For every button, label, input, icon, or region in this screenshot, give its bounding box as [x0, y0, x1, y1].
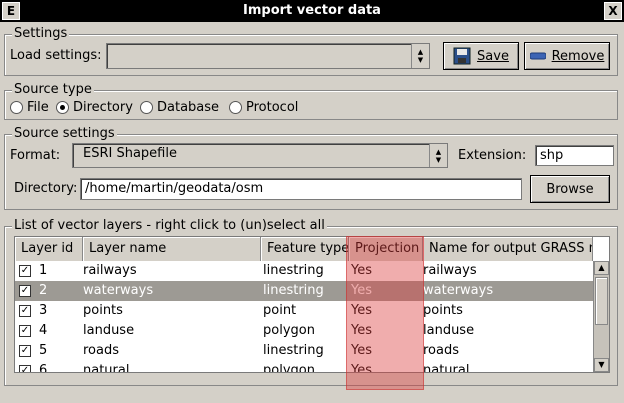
cell-feature-type: linestring [263, 343, 324, 358]
cell-layer-name: roads [83, 343, 120, 358]
checkbox-icon[interactable]: ✓ [19, 325, 31, 337]
col-output-name[interactable]: Name for output GRASS map [423, 237, 593, 261]
format-combo-arrows-icon: ▲ ▼ [429, 144, 447, 167]
cell-layer-name: landuse [83, 323, 135, 338]
cell-layer-name: waterways [83, 283, 154, 298]
layers-group-label: List of vector layers - right click to (… [12, 218, 327, 233]
table-row[interactable]: ✓ 6 natural polygon Yes natural [15, 361, 593, 373]
cell-output-name[interactable]: railways [423, 261, 477, 281]
cell-output-name[interactable]: points [423, 301, 463, 321]
checkbox-icon[interactable]: ✓ [19, 285, 31, 297]
browse-button-label: Browse [546, 181, 594, 197]
col-layer-name[interactable]: Layer name [83, 237, 261, 261]
radio-directory-label: Directory [73, 100, 133, 115]
combo-arrows-icon: ▲ ▼ [411, 44, 429, 68]
source-settings-group-label: Source settings [12, 126, 117, 141]
radio-protocol-label: Protocol [246, 100, 299, 115]
cell-layer-id: 1 [39, 263, 48, 278]
radio-database-label: Database [157, 100, 220, 115]
table-vertical-scrollbar[interactable]: ▲ ▼ [593, 261, 609, 372]
cell-layer-name: railways [83, 263, 137, 278]
title-bar[interactable]: E Import vector data X [0, 0, 624, 22]
import-vector-dialog: E Import vector data X Settings Load set… [0, 0, 624, 403]
load-settings-combo[interactable]: ▲ ▼ [106, 43, 430, 69]
radio-directory[interactable]: Directory [56, 100, 133, 115]
format-value: ESRI Shapefile [83, 146, 177, 161]
extension-label: Extension: [458, 148, 527, 163]
window-title: Import vector data [243, 3, 381, 18]
remove-button-label: Remove [551, 48, 605, 64]
checkbox-icon[interactable]: ✓ [19, 305, 31, 317]
directory-field[interactable]: /home/martin/geodata/osm [80, 178, 522, 200]
radio-file[interactable]: File [10, 100, 49, 115]
checkbox-icon[interactable]: ✓ [19, 365, 31, 372]
col-layer-id[interactable]: Layer id [15, 237, 83, 261]
radio-protocol[interactable]: Protocol [229, 100, 298, 115]
extension-field[interactable]: shp [535, 145, 614, 166]
load-settings-label: Load settings: [10, 48, 102, 63]
scrollbar-thumb[interactable] [595, 277, 608, 325]
cell-output-name[interactable]: landuse [423, 321, 474, 341]
source-type-group-label: Source type [12, 82, 94, 97]
cell-layer-name: natural [83, 363, 130, 373]
radio-protocol-icon [229, 101, 242, 114]
browse-button[interactable]: Browse [530, 175, 610, 203]
radio-file-label: File [27, 100, 49, 115]
table-row[interactable]: ✓ 4 landuse polygon Yes landuse [15, 321, 593, 341]
cell-layer-id: 5 [39, 343, 48, 358]
cell-feature-type: polygon [263, 363, 315, 373]
cell-feature-type: polygon [263, 323, 315, 338]
cell-layer-id: 2 [39, 283, 48, 298]
format-label: Format: [10, 148, 61, 163]
remove-button[interactable]: Remove [524, 42, 610, 70]
settings-group-label: Settings [12, 26, 70, 41]
format-combo[interactable]: ESRI Shapefile ▲ ▼ [72, 143, 448, 168]
projection-column-highlight [346, 236, 424, 390]
extension-value: shp [540, 148, 564, 163]
radio-database-icon [140, 101, 153, 114]
layers-table[interactable]: Layer id Layer name Feature type Project… [14, 236, 610, 373]
col-feature-type[interactable]: Feature type [261, 237, 349, 261]
cell-output-name[interactable]: waterways [423, 281, 493, 301]
minus-icon [529, 52, 546, 60]
cell-feature-type: point [263, 303, 297, 318]
radio-file-icon [10, 101, 23, 114]
radio-directory-icon [56, 101, 69, 114]
cell-feature-type: linestring [263, 263, 324, 278]
directory-value: /home/martin/geodata/osm [85, 181, 264, 196]
table-row[interactable]: ✓ 5 roads linestring Yes roads [15, 341, 593, 361]
close-icon[interactable]: X [604, 2, 622, 20]
cell-layer-id: 3 [39, 303, 48, 318]
save-button[interactable]: Save [443, 42, 519, 70]
cell-output-name[interactable]: roads [423, 341, 459, 361]
layers-table-header: Layer id Layer name Feature type Project… [15, 237, 593, 261]
table-row[interactable]: ✓ 2 waterways linestring Yes waterways [15, 281, 593, 301]
radio-database[interactable]: Database [140, 100, 219, 115]
checkbox-icon[interactable]: ✓ [19, 345, 31, 357]
cell-layer-id: 6 [39, 363, 48, 373]
cell-output-name[interactable]: natural [423, 361, 469, 372]
scroll-up-icon[interactable]: ▲ [594, 261, 609, 275]
checkbox-icon[interactable]: ✓ [19, 265, 31, 277]
cell-feature-type: linestring [263, 283, 324, 298]
table-row[interactable]: ✓ 3 points point Yes points [15, 301, 593, 321]
table-row[interactable]: ✓ 1 railways linestring Yes railways [15, 261, 593, 281]
scroll-down-icon[interactable]: ▼ [594, 358, 609, 372]
floppy-disk-icon [453, 47, 471, 65]
save-button-label: Save [477, 48, 509, 64]
directory-label: Directory: [14, 181, 78, 196]
cell-layer-id: 4 [39, 323, 48, 338]
cell-layer-name: points [83, 303, 123, 318]
